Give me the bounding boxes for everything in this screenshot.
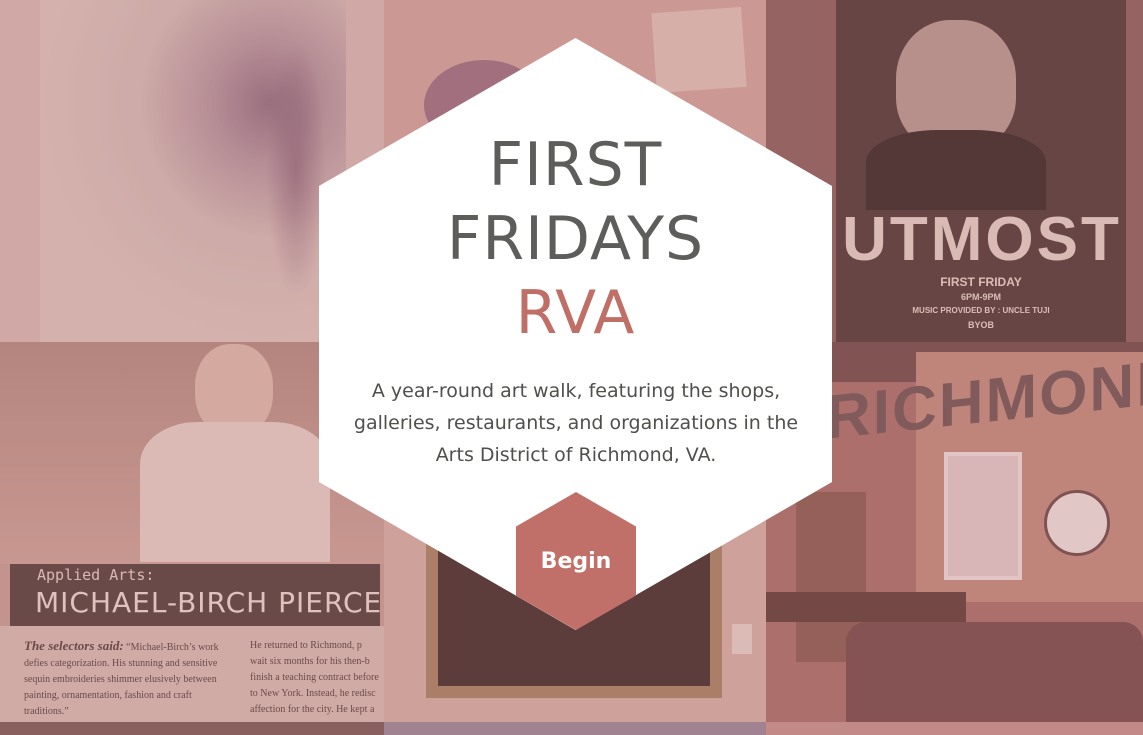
title-line-first: FIRST [488, 130, 663, 200]
title-line-rva: RVA [515, 278, 636, 348]
begin-button-label: Begin [540, 548, 612, 574]
title-line-fridays: FRIDAYS [446, 204, 705, 274]
hero-description: A year-round art walk, featuring the sho… [353, 380, 799, 466]
page-title: FIRST FRIDAYS RVA [319, 128, 832, 350]
